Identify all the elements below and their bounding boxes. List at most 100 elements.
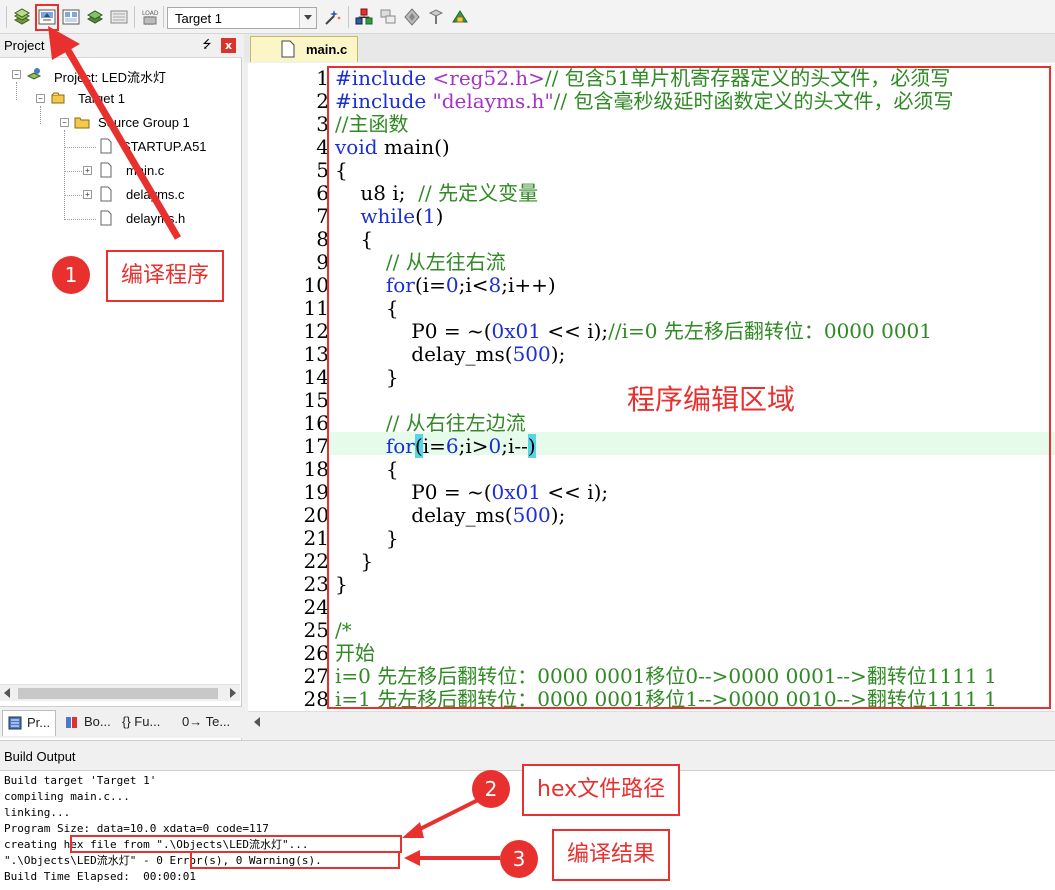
pin-icon[interactable]: ⭍ — [200, 38, 214, 52]
line-number: 10 — [303, 273, 329, 297]
annotation-label-3: 编译结果 — [552, 829, 671, 881]
annotation-label-1: 编译程序 — [106, 250, 225, 302]
code-line: i=1 先左移后翻转位：0000 0001移位1-->0000 0010-->翻… — [335, 687, 997, 711]
scroll-left-icon[interactable] — [4, 688, 10, 698]
line-number: 3 — [316, 112, 329, 136]
tree-item-file[interactable]: STARTUP.A51 — [96, 136, 236, 158]
tab-functions[interactable]: {} Fu... — [118, 710, 176, 736]
code-token: (i= — [414, 273, 446, 297]
line-number: 18 — [303, 457, 329, 481]
project-panel-scrollbar[interactable] — [0, 684, 240, 701]
code-token: //i=0 先左移后翻转位：0000 0001 — [608, 319, 933, 343]
code-token: ;i> — [458, 434, 489, 458]
tree-item-label: Source Group 1 — [98, 115, 190, 130]
code-token: 0x01 — [491, 319, 541, 343]
code-token: #include — [335, 66, 433, 90]
code-token: 0 — [488, 434, 502, 458]
code-line: delay_ms(500); — [335, 343, 565, 366]
chevron-down-icon[interactable] — [299, 8, 316, 28]
code-line: P0 = ~(0x01 << i);//i=0 先左移后翻转位：0000 000… — [335, 320, 932, 343]
code-token: <reg52.h> — [432, 66, 545, 90]
tab-books[interactable]: Bo... — [60, 710, 116, 736]
code-token: // 包含51单片机寄存器定义的头文件，必须写 — [544, 66, 951, 90]
pack-installer-icon[interactable] — [402, 7, 422, 27]
code-token: "delayms.h" — [432, 89, 554, 113]
target-options-icon[interactable] — [323, 7, 343, 27]
line-number: 27 — [303, 664, 329, 688]
translate-icon[interactable] — [12, 7, 32, 27]
tree-item-label: STARTUP.A51 — [122, 139, 207, 154]
project-panel-title: Project — [4, 38, 45, 53]
file-extensions-icon[interactable] — [378, 7, 398, 27]
project-panel-header: Project ⭍ x — [0, 34, 242, 58]
line-number: 6 — [316, 181, 329, 205]
code-token: 8 — [488, 273, 502, 297]
expand-icon[interactable]: + — [83, 166, 92, 175]
tab-project[interactable]: Pr... — [2, 710, 56, 736]
build-button-highlight — [35, 4, 59, 31]
tree-item-source-group[interactable]: − Source Group 1 — [56, 112, 236, 134]
batch-build-icon[interactable] — [85, 7, 105, 27]
code-line: { — [335, 227, 374, 251]
target-select-value: Target 1 — [175, 11, 222, 26]
expand-icon[interactable]: + — [83, 190, 92, 199]
line-number: 25 — [303, 618, 329, 642]
select-packs-icon[interactable] — [450, 7, 470, 27]
tree-item-label: Project: LED流水灯 — [54, 70, 166, 85]
code-line: i=0 先左移后翻转位：0000 0001移位0-->0000 0001-->翻… — [335, 664, 997, 688]
code-token: 6 — [445, 434, 459, 458]
code-line: for(i=6;i>0;i--) — [335, 434, 536, 458]
code-token: #include — [335, 89, 433, 113]
code-token: // 先定义变量 — [418, 181, 539, 205]
scrollbar-thumb[interactable] — [18, 688, 218, 699]
project-icon — [26, 66, 42, 82]
line-number: 16 — [303, 411, 329, 435]
toolbar: LOAD Target 1 — [0, 0, 1055, 34]
code-token: 500 — [512, 342, 551, 366]
code-token: u8 i; — [335, 181, 419, 205]
stop-build-icon[interactable] — [109, 7, 129, 27]
tree-item-project[interactable]: − Project: LED流水灯 — [8, 64, 238, 86]
tree-item-file[interactable]: + main.c — [80, 160, 230, 182]
manage-components-icon[interactable] — [354, 7, 374, 27]
collapse-icon[interactable]: − — [12, 70, 21, 79]
collapse-icon[interactable]: − — [36, 94, 45, 103]
code-token: ( — [415, 204, 423, 228]
tab-label: Pr... — [27, 715, 51, 730]
tab-label: main.c — [306, 42, 348, 57]
code-token: P0 = ~( — [335, 480, 492, 504]
output-text: ".\Objects\LED流水灯" - — [4, 854, 157, 867]
code-token: for — [335, 273, 415, 297]
target-select[interactable]: Target 1 — [167, 7, 317, 29]
tree-item-target[interactable]: − Target 1 — [32, 88, 232, 110]
rebuild-icon[interactable] — [61, 7, 81, 27]
scroll-right-icon[interactable] — [230, 688, 236, 698]
code-token: delay_ms( — [335, 342, 513, 366]
editor-scrollbar[interactable] — [248, 711, 1055, 731]
code-line: } — [335, 365, 399, 389]
collapse-icon[interactable]: − — [60, 118, 69, 127]
code-line: { — [335, 158, 348, 182]
tab-templates[interactable]: 0→ Te... — [178, 710, 238, 736]
line-number: 2 — [316, 89, 329, 113]
toolbar-separator — [348, 6, 349, 28]
code-line: } — [335, 572, 348, 596]
runtime-env-icon[interactable] — [426, 7, 446, 27]
line-number-gutter: 1 2 3 4 5 6 7 8 9 10 11 12 13 14 15 16 1… — [248, 63, 329, 711]
file-icon — [98, 210, 114, 226]
code-token: while — [335, 204, 416, 228]
code-token: void — [335, 135, 378, 159]
edit-region-label: 程序编辑区域 — [627, 383, 796, 416]
build-result-highlight — [190, 851, 400, 869]
file-icon — [98, 138, 114, 154]
tree-item-file[interactable]: delayms.h — [96, 208, 236, 230]
brace-match: ) — [527, 434, 536, 458]
tree-item-file[interactable]: + delayms.c — [80, 184, 230, 206]
line-number: 5 — [316, 158, 329, 182]
scroll-left-icon[interactable] — [254, 717, 260, 727]
download-icon[interactable]: LOAD — [140, 7, 160, 27]
code-line: { — [335, 296, 399, 320]
tab-main-c[interactable]: main.c — [250, 36, 358, 62]
close-icon[interactable]: x — [221, 38, 236, 53]
code-token: ); — [550, 342, 566, 366]
